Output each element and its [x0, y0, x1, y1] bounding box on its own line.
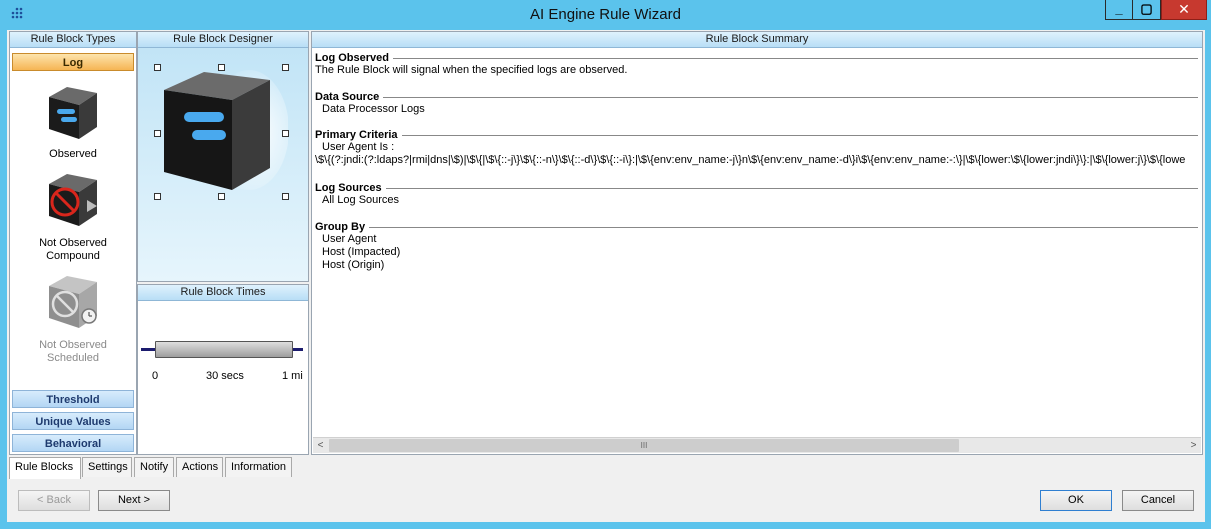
section-title: Log Observed [315, 52, 389, 64]
rule-block-summary-panel: Rule Block Summary Log Observed The Rule… [311, 31, 1203, 455]
section-divider [385, 187, 1198, 189]
not-observed-compound-text: Not Observed Compound [39, 237, 107, 262]
rule-block-observed[interactable]: Observed [12, 83, 134, 161]
window-title: AI Engine Rule Wizard [530, 6, 681, 23]
section-line: Host (Origin) [322, 259, 385, 271]
resize-handle[interactable] [154, 64, 161, 71]
rule-block-types-panel: Rule Block Types Log Observed Not Observ [9, 31, 137, 455]
resize-handle[interactable] [218, 193, 225, 200]
scroll-left-icon[interactable]: < [313, 438, 328, 453]
section-title: Log Sources [315, 182, 382, 194]
maximize-icon: ▢ [1140, 1, 1153, 16]
rule-block-designer-header: Rule Block Designer [138, 32, 308, 48]
section-line: User Agent Is : [322, 141, 395, 153]
summary-section-log-sources: Log Sources All Log Sources [315, 182, 1198, 207]
minimize-button[interactable]: _ [1105, 0, 1133, 20]
section-divider [383, 96, 1198, 98]
resize-handle[interactable] [282, 130, 289, 137]
horizontal-scrollbar[interactable]: < III > [313, 437, 1201, 453]
category-unique-values-button[interactable]: Unique Values [12, 412, 134, 430]
section-line: Data Processor Logs [322, 103, 425, 115]
section-line: All Log Sources [322, 194, 400, 206]
category-log-button[interactable]: Log [12, 53, 134, 71]
next-button[interactable]: Next > [98, 490, 170, 511]
resize-handle[interactable] [282, 64, 289, 71]
section-title: Group By [315, 221, 366, 233]
tab-settings[interactable]: Settings [82, 457, 132, 477]
not-observed-scheduled-label: Not Observed Scheduled [12, 339, 134, 365]
tab-notify[interactable]: Notify [134, 457, 174, 477]
not-observed-scheduled-text: Not Observed Scheduled [39, 339, 107, 364]
observed-cube-icon [49, 87, 97, 139]
summary-content: Log Observed The Rule Block will signal … [312, 48, 1202, 438]
section-line: Host (Impacted) [322, 246, 401, 258]
category-behavioral-button[interactable]: Behavioral [12, 434, 134, 452]
criteria-expression: \$\{(?:jndi:(?:ldaps?|rmi|dns|\$)|\$\{|\… [315, 154, 1186, 166]
rule-block-not-observed-compound[interactable]: Not Observed Compound [12, 170, 134, 263]
section-divider [401, 134, 1198, 136]
section-title: Data Source [315, 91, 380, 103]
rule-block-designer-panel: Rule Block Designer [137, 31, 309, 282]
resize-handle[interactable] [218, 64, 225, 71]
time-scale-mid: 30 secs [206, 370, 244, 382]
close-icon: ✕ [1178, 1, 1190, 17]
observed-cube-icon [164, 70, 288, 190]
maximize-button[interactable]: ▢ [1133, 0, 1161, 20]
summary-section-data-source: Data Source Data Processor Logs [315, 91, 1198, 116]
section-line: The Rule Block will signal when the spec… [315, 64, 628, 76]
back-button[interactable]: < Back [18, 490, 90, 511]
scroll-right-icon[interactable]: > [1186, 438, 1201, 453]
not-observed-compound-icon [49, 174, 97, 226]
resize-handle[interactable] [154, 130, 161, 137]
tab-rule-blocks[interactable]: Rule Blocks [9, 457, 81, 479]
summary-section-log-observed: Log Observed The Rule Block will signal … [315, 52, 1198, 77]
rule-block-summary-header: Rule Block Summary [312, 32, 1202, 48]
title-bar: AI Engine Rule Wizard _ ▢ ✕ [0, 0, 1211, 30]
cancel-button[interactable]: Cancel [1122, 490, 1194, 511]
close-button[interactable]: ✕ [1161, 0, 1207, 20]
resize-handle[interactable] [154, 193, 161, 200]
not-observed-scheduled-icon [49, 276, 97, 328]
wizard-client-area: Rule Block Types Log Observed Not Observ [7, 30, 1205, 522]
observed-label: Observed [49, 148, 97, 160]
rule-block-times-panel: Rule Block Times 0 30 secs 1 mi [137, 284, 309, 455]
time-scale-end: 1 mi [282, 370, 303, 382]
category-threshold-button[interactable]: Threshold [12, 390, 134, 408]
resize-handle[interactable] [282, 193, 289, 200]
rule-block-times-header: Rule Block Times [138, 285, 308, 301]
not-observed-compound-label: Not Observed Compound [12, 237, 134, 263]
time-range-slider[interactable] [155, 341, 293, 358]
scrollbar-thumb[interactable]: III [329, 439, 959, 452]
designer-rule-block[interactable] [154, 60, 289, 200]
rule-block-not-observed-scheduled[interactable]: Not Observed Scheduled [12, 272, 134, 365]
section-line: User Agent [322, 233, 377, 245]
section-divider [369, 226, 1198, 228]
summary-section-group-by: Group By User Agent Host (Impacted) Host… [315, 221, 1198, 272]
scrollbar-grip-icon: III [640, 441, 648, 450]
ok-button[interactable]: OK [1040, 490, 1112, 511]
tab-information[interactable]: Information [225, 457, 292, 477]
tab-actions[interactable]: Actions [176, 457, 223, 477]
summary-section-primary-criteria: Primary Criteria User Agent Is : \$\{(?:… [315, 129, 1198, 167]
time-scale-start: 0 [152, 370, 159, 382]
minimize-icon: _ [1115, 1, 1123, 16]
section-divider [392, 57, 1198, 59]
rule-block-types-header: Rule Block Types [10, 32, 136, 48]
section-title: Primary Criteria [315, 129, 398, 141]
